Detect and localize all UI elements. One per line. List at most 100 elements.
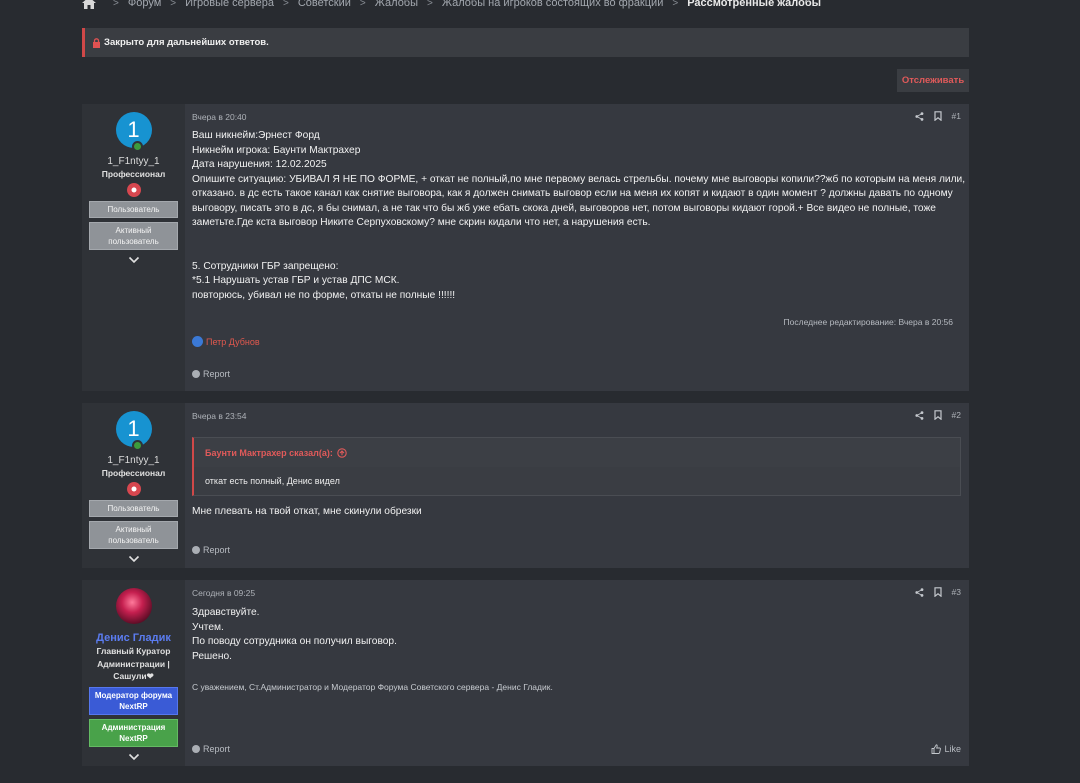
avatar[interactable] [115,588,152,624]
post-1: 1 1_F1ntyy_1 Профессионал Пользователь А… [82,104,969,391]
arrow-up-circle-icon[interactable] [337,447,347,458]
post-actions: #3 [914,587,961,597]
chevron-right-icon: > [672,0,679,9]
bookmark-icon[interactable] [933,410,942,420]
closed-notice-text: Закрыто для дальнейших ответов. [104,37,269,48]
bookmark-icon[interactable] [933,587,942,597]
quote-block: Баунти Мактрахер сказал(а): откат есть п… [192,437,961,496]
user-title: Профессионал [101,169,166,179]
post-actions: #2 [914,410,961,420]
post-line: Учтем. [192,621,224,633]
like-button[interactable]: Like [931,744,961,754]
post-actions: #1 [914,111,961,121]
breadcrumb-item-server[interactable]: Советский [298,0,351,9]
report-button[interactable]: Report [192,545,230,555]
like-reaction-icon [192,336,203,347]
post-line: Ваш никнейм:Эрнест Форд [192,130,320,141]
username[interactable]: Денис Гладик [96,632,171,644]
report-icon [192,745,200,753]
post-author-panel: Денис Гладик Главный Куратор Администрац… [82,580,185,766]
watch-button[interactable]: Отслеживать [897,69,969,92]
report-label: Report [203,369,231,379]
post-line: повторюсь, убивал не по форме, откаты не… [192,289,456,301]
user-banner: Пользователь [89,200,178,218]
post-line: Решено. [192,650,232,662]
user-title: Профессионал [101,468,166,478]
post-3: Денис Гладик Главный Куратор Администрац… [82,580,969,766]
post-number[interactable]: #2 [952,410,961,420]
post-number[interactable]: #3 [952,587,961,597]
user-banner: Пользователь [89,499,178,517]
breadcrumb-item-faction[interactable]: Жалобы на игроков состоящих во фракции [442,0,663,9]
post-date[interactable]: Вчера в 20:40 [192,112,247,122]
post-body: Ваш никнейм:Эрнест Форд Никнейм игрока: … [192,129,967,303]
avatar-letter: 1 [127,416,140,441]
chevron-right-icon: > [359,0,366,9]
username[interactable]: 1_F1ntyy_1 [107,156,159,167]
post-content: Сегодня в 09:25 #3 Здравствуйте. Учтем. … [185,580,969,766]
avatar[interactable]: 1 [115,411,152,451]
medal-icon [126,481,141,496]
share-icon[interactable] [914,111,924,121]
user-banner: Активный пользователь [89,520,178,549]
last-edited: Последнее редактирование: Вчера в 20:56 [783,317,953,327]
post-line: Дата нарушения: 12.02.2025 [192,159,327,170]
breadcrumb-current[interactable]: Рассмотренные жалобы [687,0,821,9]
thumbs-up-icon [932,744,942,754]
like-label: Like [944,744,961,754]
breadcrumb-item-complaints[interactable]: Жалобы [375,0,418,9]
avatar-letter: 1 [127,117,140,142]
chevron-right-icon: > [427,0,433,9]
post-date[interactable]: Вчера в 23:54 [192,411,247,421]
chevron-down-icon[interactable] [128,555,140,563]
medal-icon [126,182,141,197]
post-line: *5.1 Нарушать устав ГБР и устав ДПС МСК. [192,275,400,286]
chevron-down-icon[interactable] [128,753,140,761]
bookmark-icon[interactable] [933,111,942,121]
post-body: Мне плевать на твой откат, мне скинули о… [192,506,422,517]
post-content: Вчера в 23:54 #2 Баунти Мактрахер сказал… [185,403,969,568]
post-author-panel: 1 1_F1ntyy_1 Профессионал Пользователь А… [82,104,185,391]
home-icon[interactable] [82,0,96,9]
username[interactable]: 1_F1ntyy_1 [107,455,159,466]
avatar[interactable]: 1 [115,112,152,152]
user-title: Главный Куратор Администрации | Сашули❤ [96,646,171,681]
closed-notice: Закрыто для дальнейших ответов. [82,28,969,57]
online-indicator [131,440,143,451]
post-date[interactable]: Сегодня в 09:25 [192,588,255,598]
post-line [192,231,967,260]
report-button[interactable]: Report [192,744,230,754]
quote-author[interactable]: Баунти Мактрахер сказал(а): [205,448,333,458]
online-indicator [131,141,143,152]
chevron-right-icon: > [283,0,289,9]
reactions-bar[interactable]: Петр Дубнов [192,336,260,347]
post-body: Здравствуйте. Учтем. По поводу сотрудник… [192,606,967,664]
post-line: По поводу сотрудника он получил выговор. [192,636,397,647]
post-line: 5. Сотрудники ГБР запрещено: [192,260,339,272]
share-icon[interactable] [914,410,924,420]
post-content: Вчера в 20:40 #1 Ваш никнейм:Эрнест Форд… [185,104,969,391]
report-button[interactable]: Report [192,369,230,379]
post-line: Здравствуйте. [192,607,260,618]
report-label: Report [203,545,231,555]
user-banner: Администрация NextRP [89,718,178,747]
chevron-right-icon: > [113,0,119,9]
post-line: Опишите ситуацию: УБИВАЛ Я НЕ ПО ФОРМЕ, … [192,173,966,229]
lock-icon [93,37,100,48]
user-banner: Модератор форума NextRP [89,686,178,715]
quote-header[interactable]: Баунти Мактрахер сказал(а): [194,438,960,467]
share-icon[interactable] [914,587,924,597]
reaction-user[interactable]: Петр Дубнов [206,337,260,347]
signature: С уважением, Ст.Администратор и Модерато… [192,682,553,692]
post-author-panel: 1 1_F1ntyy_1 Профессионал Пользователь А… [82,403,185,568]
breadcrumb: > Форум > Игровые сервера > Советский > … [82,0,821,10]
breadcrumb-item-servers[interactable]: Игровые сервера [185,0,274,9]
breadcrumb-item-forum[interactable]: Форум [128,0,161,9]
post-2: 1 1_F1ntyy_1 Профессионал Пользователь А… [82,403,969,568]
user-banner: Активный пользователь [89,221,178,250]
chevron-down-icon[interactable] [128,256,140,264]
report-icon [192,370,200,378]
post-number[interactable]: #1 [952,111,961,121]
quote-text: откат есть полный, Денис видел [194,467,960,495]
post-line: Никнейм игрока: Баунти Мактрахер [192,144,361,156]
